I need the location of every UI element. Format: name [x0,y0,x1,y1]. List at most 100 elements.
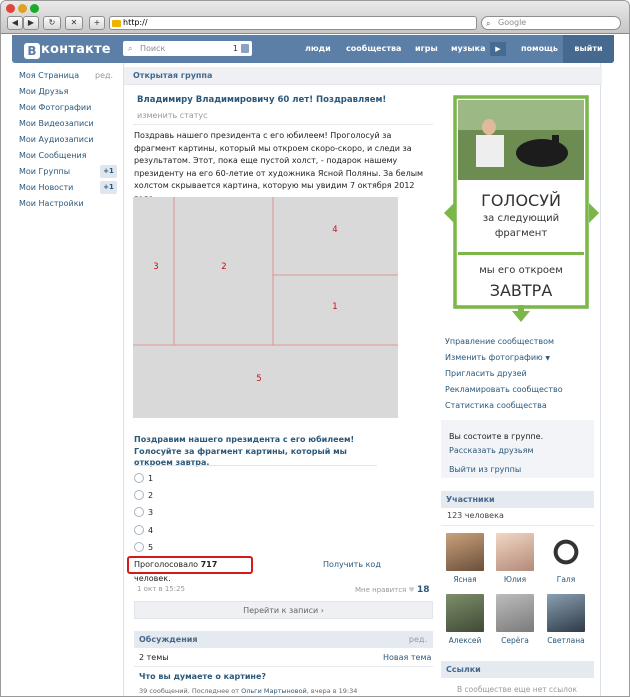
member-card[interactable]: Ясная [443,533,487,584]
fragment-label-2[interactable]: 2 [221,262,226,272]
sidebar-item-news[interactable]: Мои Новости +1 [19,181,119,198]
avatar[interactable] [496,594,534,632]
add-bookmark-button[interactable]: + [89,16,105,30]
avatar[interactable] [446,594,484,632]
radio-icon[interactable] [134,525,144,535]
banner-divider [458,252,584,255]
nav-help[interactable]: помощь [521,44,558,53]
fragment-label-5[interactable]: 5 [256,374,261,384]
member-card[interactable]: Серёга [493,594,537,645]
sidebar-item-groups[interactable]: Мои Группы +1 [19,165,119,182]
sidebar-item-photos[interactable]: Мои Фотографии [19,102,119,118]
poll-option[interactable]: 5 [134,542,153,554]
play-icon[interactable]: ▶ [490,42,506,56]
member-name[interactable]: Галя [544,575,588,584]
site-search-input[interactable]: ⌕ Поиск 1 [123,41,252,56]
banner-photo-dog [516,139,568,167]
back-button[interactable]: ◀ [7,16,23,30]
radio-icon[interactable] [134,473,144,483]
links-header[interactable]: Ссылки [441,661,594,678]
sidebar-item-label: Мои Настройки [19,199,84,208]
sidebar-item-messages[interactable]: Мои Сообщения [19,150,119,166]
edit-link[interactable]: ред. [409,631,427,648]
member-card[interactable]: Светлана [544,594,588,645]
browser-toolbar: ◀ ▶ ↻ ✕ + http:// ⌕ Google [1,1,629,34]
member-name[interactable]: Алексей [443,636,487,645]
fragment-label-4[interactable]: 4 [332,225,337,235]
like-count: 18 [417,585,430,595]
manage-community-link[interactable]: Управление сообществом [445,337,554,346]
members-header[interactable]: Участники [441,491,594,508]
new-topic-link[interactable]: Новая тема [383,653,431,662]
go-to-post-label: Перейти к записи [243,606,319,615]
folder-icon [112,20,121,27]
group-description: Поздравь нашего президента с его юбилеем… [134,131,424,203]
avatar[interactable] [446,533,484,571]
vote-count-suffix: человек. [134,574,171,583]
sidebar-item-audio[interactable]: Мои Аудиозаписи [19,134,119,150]
invite-friends-link[interactable]: Пригласить друзей [445,369,527,378]
logout-button[interactable]: выйти [563,35,614,63]
banner-photo-face [482,119,496,135]
topic-title[interactable]: Что вы думаете о картине? [139,672,266,681]
avatar[interactable] [547,533,585,571]
sidebar-item-label: Мои Видеозаписи [19,119,94,128]
nav-music[interactable]: музыка [451,44,485,53]
member-card[interactable]: Юлия [493,533,537,584]
member-name[interactable]: Юлия [493,575,537,584]
member-card[interactable]: Галя [544,533,588,584]
heart-icon: ♥ [408,586,415,594]
leave-group-link[interactable]: Выйти из группы [449,465,521,474]
member-card[interactable]: Алексей [443,594,487,645]
member-name[interactable]: Ясная [443,575,487,584]
fragment-label-1[interactable]: 1 [332,302,337,312]
radio-icon[interactable] [134,542,144,552]
change-status-link[interactable]: изменить статус [137,111,208,120]
topic-author-link[interactable]: Ольги Мартыновой [241,687,307,695]
sidebar-item-settings[interactable]: Мои Настройки [19,198,119,214]
poll-option[interactable]: 3 [134,507,153,519]
member-name[interactable]: Светлана [544,636,588,645]
go-to-post-button[interactable]: Перейти к записи › [134,601,433,619]
advertise-community-link[interactable]: Рекламировать сообщество [445,385,563,394]
avatar[interactable] [547,594,585,632]
stop-icon[interactable]: ✕ [65,16,83,30]
minimize-window-icon[interactable] [18,4,27,13]
group-banner[interactable]: ГОЛОСУЙ за следующий фрагмент мы его отк… [444,93,599,323]
close-window-icon[interactable] [6,4,15,13]
avatar[interactable] [496,533,534,571]
browser-search-input[interactable]: ⌕ Google [481,16,621,30]
url-bar[interactable]: http:// [109,16,477,30]
poll-option[interactable]: 1 [134,473,153,485]
forward-button[interactable]: ▶ [23,16,39,30]
nav-communities[interactable]: сообщества [346,44,401,53]
radio-icon[interactable] [134,490,144,500]
discussions-header[interactable]: Обсуждения ред. [134,631,433,648]
poll-option[interactable]: 2 [134,490,153,502]
get-code-link[interactable]: Получить код [323,560,381,569]
poll-option-label: 1 [148,474,154,483]
notification-badge[interactable]: +1 [100,165,117,178]
poll-option[interactable]: 4 [134,525,153,537]
like-button[interactable]: Мне нравится ♥ 18 [355,585,430,595]
change-photo-link[interactable]: Изменить фотографию ▼ [445,353,550,362]
member-name[interactable]: Серёга [493,636,537,645]
vk-logo[interactable]: Вконтакте [24,42,111,59]
post-date[interactable]: 1 окт в 15:25 [137,585,185,593]
tell-friends-link[interactable]: Рассказать друзьям [449,446,534,455]
edit-link[interactable]: ред. [95,70,113,82]
sidebar-item-label: Мои Друзья [19,87,69,96]
fragment-label-3[interactable]: 3 [153,262,158,272]
radio-icon[interactable] [134,507,144,517]
site-search-placeholder: Поиск [140,44,166,53]
community-stats-link[interactable]: Статистика сообщества [445,401,547,410]
sidebar-item-friends[interactable]: Мои Друзья [19,86,119,102]
members-count: 123 человека [447,511,504,520]
sidebar-item-my-page[interactable]: Моя Страница ред. [19,70,119,86]
notification-badge[interactable]: +1 [100,181,117,194]
zoom-window-icon[interactable] [30,4,39,13]
reload-button[interactable]: ↻ [43,16,61,30]
nav-people[interactable]: люди [305,44,331,53]
nav-games[interactable]: игры [415,44,438,53]
sidebar-item-videos[interactable]: Мои Видеозаписи [19,118,119,134]
